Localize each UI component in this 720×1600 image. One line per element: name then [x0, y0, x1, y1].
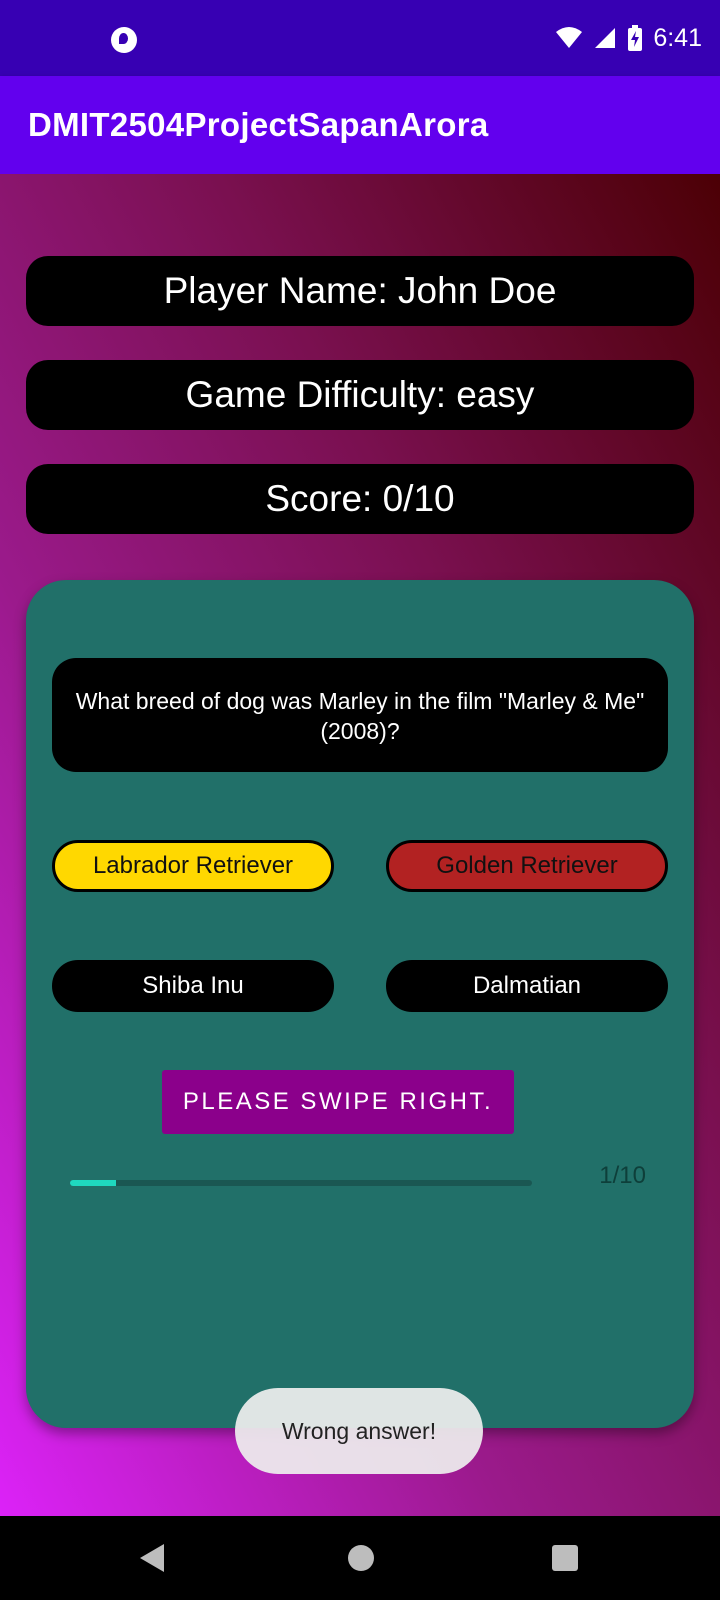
score-label: Score: 0/10 [26, 464, 694, 534]
swipe-right-button[interactable]: PLEASE SWIPE RIGHT. [162, 1070, 514, 1134]
progress-fill [70, 1180, 117, 1186]
game-difficulty-label: Game Difficulty: easy [26, 360, 694, 430]
status-time: 6:41 [653, 23, 702, 52]
wifi-icon [556, 27, 583, 48]
recents-icon[interactable] [552, 1545, 578, 1571]
status-bar: 6:41 [0, 0, 720, 76]
player-name-label: Player Name: John Doe [26, 256, 694, 326]
answer-button-golden-retriever[interactable]: Golden Retriever [386, 840, 668, 892]
answer-button-dalmatian[interactable]: Dalmatian [386, 960, 668, 1012]
main-content: Player Name: John Doe Game Difficulty: e… [0, 174, 720, 1516]
answer-button-labrador-retriever[interactable]: Labrador Retriever [52, 840, 334, 892]
app-notification-icon [111, 27, 137, 53]
battery-charging-icon [628, 25, 643, 51]
question-card[interactable]: What breed of dog was Marley in the film… [26, 580, 694, 1428]
app-title: DMIT2504ProjectSapanArora [28, 106, 489, 143]
answer-button-shiba-inu[interactable]: Shiba Inu [52, 960, 334, 1012]
question-progress-bar [70, 1180, 532, 1186]
app-bar: DMIT2504ProjectSapanArora [0, 76, 720, 174]
cellular-signal-icon [595, 28, 616, 48]
question-text: What breed of dog was Marley in the film… [52, 658, 668, 772]
back-icon[interactable] [140, 1544, 164, 1572]
home-icon[interactable] [348, 1545, 374, 1571]
navigation-bar [0, 1516, 720, 1600]
status-icons: 6:41 [555, 20, 702, 56]
toast-message: Wrong answer! [235, 1388, 483, 1474]
progress-count: 1/10 [599, 1162, 646, 1189]
